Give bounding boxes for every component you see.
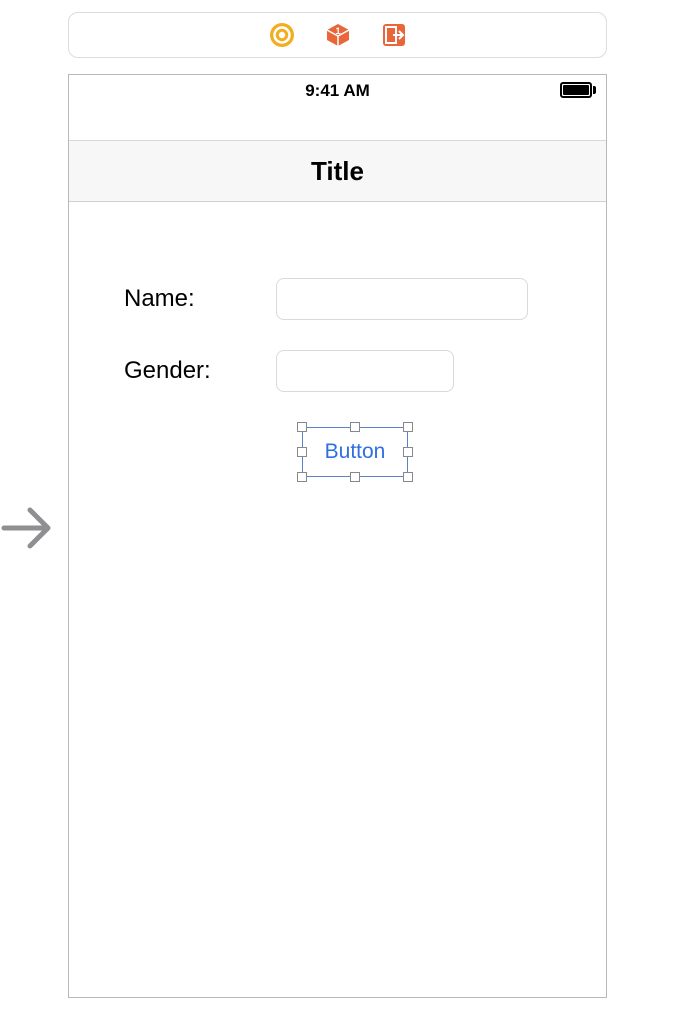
toolbar: 1 (68, 12, 607, 58)
resize-handle-bottom-left[interactable] (297, 472, 307, 482)
resize-handle-bottom-right[interactable] (403, 472, 413, 482)
navigation-bar: Title (69, 140, 606, 202)
form-area: Name: Gender: Button (69, 202, 606, 392)
selected-button[interactable]: Button (302, 427, 408, 477)
name-label: Name: (124, 285, 276, 313)
resize-handle-left[interactable] (297, 447, 307, 457)
resize-handle-right[interactable] (403, 447, 413, 457)
resize-handle-top-right[interactable] (403, 422, 413, 432)
row-name: Name: (124, 278, 551, 320)
selected-button-label: Button (302, 427, 408, 477)
status-bar: 9:41 AM (69, 75, 606, 105)
battery-icon (560, 82, 596, 98)
row-gender: Gender: (124, 350, 551, 392)
gender-text-field[interactable] (276, 350, 454, 392)
gender-label: Gender: (124, 357, 276, 385)
status-time: 9:41 AM (69, 81, 606, 101)
navigation-title: Title (311, 156, 364, 187)
storyboard-scene[interactable]: 9:41 AM Title Name: Gender: Button (68, 74, 607, 998)
cube-icon[interactable]: 1 (325, 22, 351, 48)
svg-text:1: 1 (335, 26, 340, 36)
coin-icon[interactable] (269, 22, 295, 48)
entry-point-arrow-icon (0, 500, 60, 561)
resize-handle-top[interactable] (350, 422, 360, 432)
name-text-field[interactable] (276, 278, 528, 320)
exit-icon[interactable] (381, 22, 407, 48)
resize-handle-bottom[interactable] (350, 472, 360, 482)
resize-handle-top-left[interactable] (297, 422, 307, 432)
